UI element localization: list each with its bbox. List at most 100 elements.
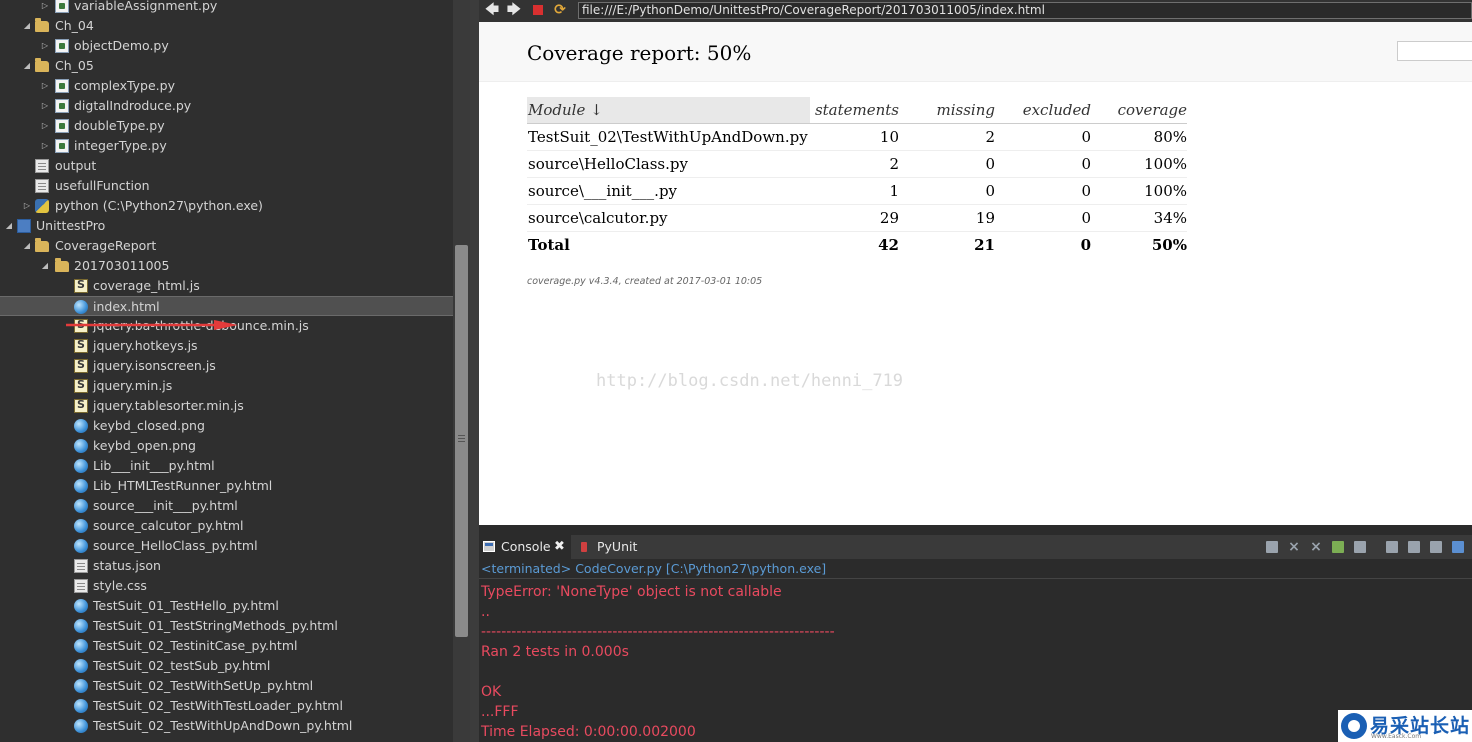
stop-icon[interactable] xyxy=(529,2,547,19)
tree-item[interactable]: Lib___init___py.html xyxy=(0,456,453,476)
total-statements: 42 xyxy=(878,236,899,254)
html-file-icon xyxy=(74,459,88,473)
pin-console-icon[interactable] xyxy=(1330,539,1346,555)
coverage-cell: 100% xyxy=(1091,150,1187,178)
tree-item[interactable]: source_HelloClass_py.html xyxy=(0,536,453,556)
html-file-icon xyxy=(74,419,88,433)
tree-item[interactable]: source___init___py.html xyxy=(0,496,453,516)
tab-console[interactable]: Console ✖ xyxy=(479,535,571,559)
expand-arrow-icon[interactable]: ◢ xyxy=(22,16,32,36)
tree-item[interactable]: ▷ doubleType.py xyxy=(0,116,453,136)
tree-item-label: jquery.isonscreen.js xyxy=(93,358,216,373)
collapse-arrow-icon[interactable]: ▷ xyxy=(40,36,50,56)
module-column-header[interactable]: Module ↓ xyxy=(527,97,810,124)
tree-item[interactable]: ▷ python (C:\Python27\python.exe) xyxy=(0,196,453,216)
open-console-icon[interactable] xyxy=(1450,539,1466,555)
tree-item[interactable]: output xyxy=(0,156,453,176)
tree-item-label: python (C:\Python27\python.exe) xyxy=(55,198,263,213)
filter-input[interactable] xyxy=(1397,41,1472,61)
refresh-icon[interactable]: ⟳ xyxy=(551,2,569,19)
tree-item-label: style.css xyxy=(93,578,147,593)
explorer-scrollbar[interactable] xyxy=(453,0,470,742)
collapse-arrow-icon[interactable]: ▷ xyxy=(40,136,50,156)
scroll-lock-icon[interactable] xyxy=(1406,539,1422,555)
logo-subtext: Www.Easck.Com xyxy=(1371,733,1422,740)
tree-item-label: TestSuit_01_TestHello_py.html xyxy=(93,598,279,613)
statements-column-header[interactable]: statements xyxy=(810,97,899,124)
module-link[interactable]: source\HelloClass.py xyxy=(527,150,810,178)
py-file-icon xyxy=(55,0,69,13)
expand-arrow-icon[interactable]: ◢ xyxy=(22,56,32,76)
expand-arrow-icon[interactable]: ◢ xyxy=(4,216,14,236)
tree-item[interactable]: index.html xyxy=(0,296,453,316)
tree-item[interactable]: TestSuit_02_TestWithTestLoader_py.html xyxy=(0,696,453,716)
project-file-icon xyxy=(17,219,31,233)
coverage-cell: 100% xyxy=(1091,177,1187,205)
tree-item[interactable]: keybd_open.png xyxy=(0,436,453,456)
display-selected-console-icon[interactable] xyxy=(1352,539,1368,555)
folder-file-icon xyxy=(35,18,49,32)
tree-item-label: UnittestPro xyxy=(36,218,106,233)
tree-item[interactable]: status.json xyxy=(0,556,453,576)
excluded-column-header[interactable]: excluded xyxy=(995,97,1091,124)
tree-item[interactable]: ◢ UnittestPro xyxy=(0,216,453,236)
tree-item[interactable]: source_calcutor_py.html xyxy=(0,516,453,536)
tree-item[interactable]: ◢ CoverageReport xyxy=(0,236,453,256)
missing-column-header[interactable]: missing xyxy=(899,97,995,124)
html-file-icon xyxy=(74,619,88,633)
tree-item[interactable]: TestSuit_02_testSub_py.html xyxy=(0,656,453,676)
scrollbar-thumb[interactable] xyxy=(455,245,468,637)
tree-item[interactable]: ◢ Ch_04 xyxy=(0,16,453,36)
module-link[interactable]: TestSuit_02\TestWithUpAndDown.py xyxy=(527,123,810,151)
collapse-arrow-icon[interactable]: ▷ xyxy=(22,196,32,216)
tree-item[interactable]: coverage_html.js xyxy=(0,276,453,296)
tree-item[interactable]: TestSuit_01_TestHello_py.html xyxy=(0,596,453,616)
address-bar[interactable]: file:///E:/PythonDemo/UnittestPro/Covera… xyxy=(578,2,1472,19)
tree-item[interactable]: TestSuit_02_TestWithUpAndDown_py.html xyxy=(0,716,453,736)
remove-launch-icon[interactable]: × xyxy=(1286,539,1302,555)
expand-arrow-icon[interactable]: ◢ xyxy=(40,256,50,276)
tree-item[interactable]: ▷ complexType.py xyxy=(0,76,453,96)
terminate-icon[interactable] xyxy=(1264,539,1280,555)
tree-item-label: TestSuit_02_TestWithSetUp_py.html xyxy=(93,678,314,693)
collapse-arrow-icon[interactable]: ▷ xyxy=(40,76,50,96)
collapse-arrow-icon[interactable]: ▷ xyxy=(40,96,50,116)
tree-item[interactable]: usefullFunction xyxy=(0,176,453,196)
tree-item[interactable]: TestSuit_01_TestStringMethods_py.html xyxy=(0,616,453,636)
tree-item[interactable]: TestSuit_02_TestWithSetUp_py.html xyxy=(0,676,453,696)
tree-item[interactable]: ▷ objectDemo.py xyxy=(0,36,453,56)
back-icon[interactable]: 🡄 xyxy=(483,2,501,19)
tree-item[interactable]: jquery.isonscreen.js xyxy=(0,356,453,376)
collapse-arrow-icon[interactable]: ▷ xyxy=(40,0,50,16)
forward-icon[interactable]: 🡆 xyxy=(505,2,523,19)
remove-all-icon[interactable]: × xyxy=(1308,539,1324,555)
tree-item[interactable]: style.css xyxy=(0,576,453,596)
tree-item[interactable]: ◢ Ch_05 xyxy=(0,56,453,76)
clear-console-icon[interactable] xyxy=(1384,539,1400,555)
tree-item[interactable]: Lib_HTMLTestRunner_py.html xyxy=(0,476,453,496)
tree-item[interactable]: ▷ integerType.py xyxy=(0,136,453,156)
py-file-icon xyxy=(55,79,69,93)
tree-item[interactable]: ▷ digtalIndroduce.py xyxy=(0,96,453,116)
page-title: Coverage report: 50% xyxy=(527,41,752,65)
expand-arrow-icon[interactable]: ◢ xyxy=(22,236,32,256)
collapse-arrow-icon[interactable]: ▷ xyxy=(40,116,50,136)
tree-item[interactable]: ▷ variableAssignment.py xyxy=(0,0,453,16)
module-link[interactable]: source\___init___.py xyxy=(527,177,810,205)
tree-item[interactable]: jquery.min.js xyxy=(0,376,453,396)
js-file-icon xyxy=(74,338,88,353)
tree-item[interactable]: ◢ 201703011005 xyxy=(0,256,453,276)
tree-item[interactable]: jquery.tablesorter.min.js xyxy=(0,396,453,416)
tree-item[interactable]: jquery.hotkeys.js xyxy=(0,336,453,356)
tree-item-label: digtalIndroduce.py xyxy=(74,98,192,113)
tree-item-label: integerType.py xyxy=(74,138,167,153)
pane-splitter[interactable] xyxy=(470,0,479,742)
word-wrap-icon[interactable] xyxy=(1428,539,1444,555)
module-link[interactable]: source\calcutor.py xyxy=(527,204,810,232)
tree-item[interactable]: TestSuit_02_TestinitCase_py.html xyxy=(0,636,453,656)
coverage-column-header[interactable]: coverage xyxy=(1091,97,1187,124)
close-icon[interactable]: ✖ xyxy=(554,535,565,559)
tab-pyunit[interactable]: PyUnit xyxy=(577,535,647,559)
tree-item[interactable]: keybd_closed.png xyxy=(0,416,453,436)
file-file-icon xyxy=(74,559,88,573)
